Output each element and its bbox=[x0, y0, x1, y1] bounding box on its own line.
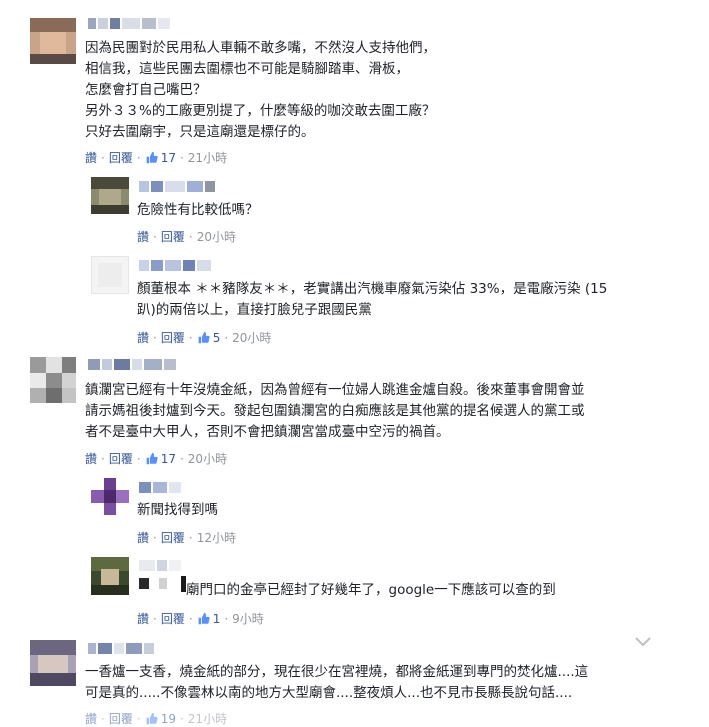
like-thumb-icon bbox=[146, 452, 158, 465]
comment-actions: 讚 · 回覆 · 17 · 21小時 bbox=[85, 149, 227, 166]
like-count[interactable]: 1 bbox=[213, 612, 221, 626]
separator-dot: · bbox=[153, 530, 157, 545]
reply-link[interactable]: 回覆 bbox=[161, 529, 185, 546]
separator-dot: · bbox=[153, 611, 157, 626]
avatar[interactable] bbox=[30, 357, 76, 403]
like-thumb-icon bbox=[146, 712, 158, 725]
reply-link[interactable]: 回覆 bbox=[109, 149, 133, 166]
separator-dot: · bbox=[153, 229, 157, 244]
commenter-name-overflow bbox=[139, 559, 181, 572]
comment-text: 鎮瀾宮已經有十年沒燒金紙，因為曾經有一位婦人跳進金爐自殺。後來董事會開會並 請示… bbox=[85, 382, 585, 440]
commenter-name[interactable] bbox=[139, 575, 186, 592]
like-thumb-icon bbox=[198, 612, 210, 625]
comment-actions: 讚 · 回覆 · 12小時 bbox=[137, 529, 236, 546]
comment-time[interactable]: 20小時 bbox=[232, 329, 271, 346]
like-link[interactable]: 讚 bbox=[85, 710, 97, 727]
separator-dot: · bbox=[101, 150, 105, 165]
like-count[interactable]: 19 bbox=[161, 712, 176, 726]
reply-link[interactable]: 回覆 bbox=[161, 610, 185, 627]
comment-time[interactable]: 20小時 bbox=[197, 228, 236, 245]
comment-text: 危險性有比較低嗎？ bbox=[137, 202, 259, 218]
commenter-name[interactable] bbox=[88, 358, 176, 371]
separator-dot: · bbox=[136, 451, 141, 466]
avatar[interactable] bbox=[91, 177, 129, 214]
separator-dot: · bbox=[188, 611, 193, 626]
avatar[interactable] bbox=[30, 18, 76, 64]
separator-dot: · bbox=[136, 150, 141, 165]
avatar[interactable] bbox=[91, 478, 129, 515]
commenter-name[interactable] bbox=[88, 642, 154, 655]
commenter-name[interactable] bbox=[139, 259, 211, 272]
comment-time[interactable]: 12小時 bbox=[197, 529, 236, 546]
commenter-name[interactable] bbox=[139, 180, 215, 193]
chevron-down-icon[interactable] bbox=[634, 636, 652, 648]
separator-dot: · bbox=[179, 150, 184, 165]
comment-text: 因為民團對於民用私人車輛不敢多嘴，不然沒人支持他們， 相信我，這些民團去圍標也不… bbox=[85, 40, 436, 140]
separator-dot: · bbox=[179, 711, 184, 726]
like-link[interactable]: 讚 bbox=[85, 450, 97, 467]
avatar[interactable] bbox=[91, 256, 129, 294]
separator-dot: · bbox=[224, 330, 229, 345]
commenter-name[interactable] bbox=[139, 481, 181, 494]
separator-dot: · bbox=[224, 611, 229, 626]
like-count[interactable]: 17 bbox=[161, 452, 176, 466]
comment-text: 廟門口的金亭已經封了好幾年了，google一下應該可以查的到 bbox=[186, 582, 556, 598]
like-count[interactable]: 5 bbox=[213, 331, 221, 345]
like-thumb-icon bbox=[146, 151, 158, 164]
avatar[interactable] bbox=[91, 557, 129, 595]
separator-dot: · bbox=[136, 711, 141, 726]
separator-dot: · bbox=[153, 330, 157, 345]
comment-time[interactable]: 9小時 bbox=[232, 610, 264, 627]
comment-actions: 讚 · 回覆 · 17 · 20小時 bbox=[85, 450, 227, 467]
comment-actions: 讚 · 回覆 · 1 · 9小時 bbox=[137, 610, 264, 627]
reply-link[interactable]: 回覆 bbox=[109, 710, 133, 727]
separator-dot: · bbox=[188, 530, 193, 545]
comment-time[interactable]: 21小時 bbox=[188, 710, 227, 727]
like-link[interactable]: 讚 bbox=[137, 329, 149, 346]
like-link[interactable]: 讚 bbox=[137, 610, 149, 627]
like-thumb-icon bbox=[198, 331, 210, 344]
separator-dot: · bbox=[179, 451, 184, 466]
separator-dot: · bbox=[101, 711, 105, 726]
comment-text: 一香爐一支香，燒金紙的部分，現在很少在宮裡燒，都將金紙運到專門的焚化爐....這… bbox=[85, 664, 589, 701]
comment-time[interactable]: 20小時 bbox=[188, 450, 227, 467]
like-link[interactable]: 讚 bbox=[137, 529, 149, 546]
comment-text: 新聞找得到嗎 bbox=[137, 502, 218, 518]
separator-dot: · bbox=[101, 451, 105, 466]
like-link[interactable]: 讚 bbox=[137, 228, 149, 245]
reply-link[interactable]: 回覆 bbox=[161, 329, 185, 346]
comment-time[interactable]: 21小時 bbox=[188, 149, 227, 166]
comment-actions: 讚 · 回覆 · 5 · 20小時 bbox=[137, 329, 271, 346]
comment-text: 顏董根本 ＊＊豬隊友＊＊，老實講出汽機車廢氣污染佔 33%，是電廠污染 (15 … bbox=[137, 281, 608, 318]
like-count[interactable]: 17 bbox=[161, 151, 176, 165]
avatar[interactable] bbox=[30, 640, 76, 686]
like-link[interactable]: 讚 bbox=[85, 149, 97, 166]
comment-actions: 讚 · 回覆 · 19 · 21小時 bbox=[85, 710, 227, 727]
separator-dot: · bbox=[188, 330, 193, 345]
reply-link[interactable]: 回覆 bbox=[109, 450, 133, 467]
comment-actions: 讚 · 回覆 · 20小時 bbox=[137, 228, 236, 245]
commenter-name[interactable] bbox=[88, 17, 170, 30]
separator-dot: · bbox=[188, 229, 193, 244]
reply-link[interactable]: 回覆 bbox=[161, 228, 185, 245]
